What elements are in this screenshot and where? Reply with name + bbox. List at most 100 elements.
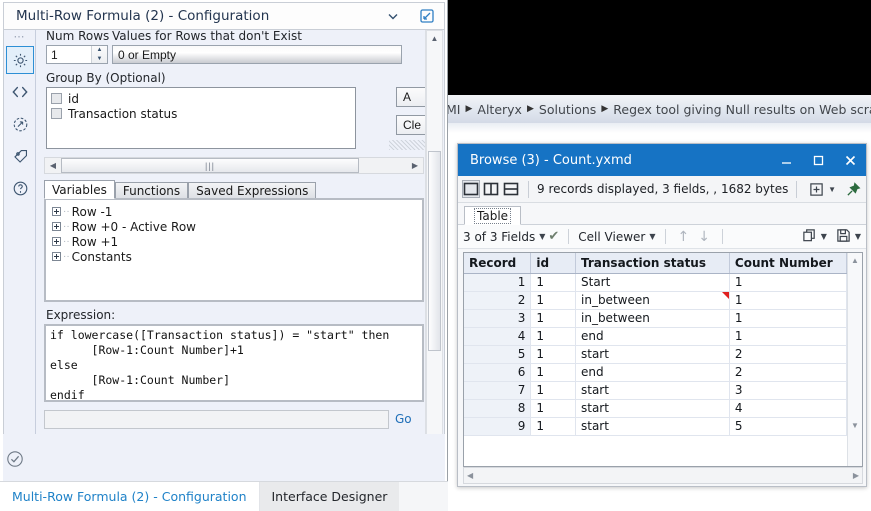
cell-record[interactable]: 4 — [464, 327, 532, 346]
scrollbar-thumb[interactable] — [428, 151, 441, 351]
cell-record[interactable]: 6 — [464, 363, 532, 382]
rail-overflow-dots[interactable]: ⋯ — [4, 30, 35, 44]
table-row[interactable]: 2 1 in_between 1 — [464, 291, 848, 310]
list-item[interactable]: ·· Row +1 — [52, 234, 422, 249]
cell-id[interactable]: 1 — [530, 345, 576, 364]
cell-id[interactable]: 1 — [530, 309, 576, 328]
scroll-left-icon[interactable]: ◀ — [45, 161, 61, 170]
copy-icon[interactable] — [802, 228, 817, 246]
go-button[interactable]: Go — [395, 412, 412, 426]
cell-record[interactable]: 5 — [464, 345, 532, 364]
resize-grip[interactable] — [389, 140, 425, 150]
cell-id[interactable]: 1 — [530, 273, 576, 292]
chevron-down-icon[interactable]: ▼ — [828, 185, 836, 194]
chevron-down-icon[interactable]: ▼ — [539, 232, 545, 241]
tab-functions[interactable]: Functions — [114, 182, 189, 199]
scrollbar-track[interactable]: ||| — [61, 158, 407, 173]
popout-arrow-icon[interactable] — [410, 3, 444, 29]
single-pane-icon[interactable] — [462, 180, 481, 198]
cell-count-number[interactable]: 5 — [729, 417, 848, 436]
values-for-missing-rows-select[interactable]: 0 or Empty — [112, 45, 402, 64]
num-rows-spin-buttons[interactable]: ▲ ▼ — [91, 46, 107, 63]
breadcrumb-item-2[interactable]: Solutions — [539, 102, 596, 117]
list-item[interactable]: ·· Row -1 — [52, 204, 422, 219]
tab-saved-expressions[interactable]: Saved Expressions — [188, 182, 317, 199]
breadcrumb-item-0[interactable]: MI — [446, 102, 460, 117]
cell-count-number[interactable]: 1 — [729, 327, 848, 346]
close-icon[interactable] — [834, 144, 866, 176]
outer-vertical-scrollbar[interactable]: ▲ — [426, 30, 443, 481]
help-icon[interactable] — [6, 174, 34, 202]
cell-transaction-status[interactable]: start — [575, 345, 730, 364]
cell-id[interactable]: 1 — [530, 399, 576, 418]
cell-transaction-status[interactable]: end — [575, 363, 730, 382]
pin-icon[interactable] — [844, 180, 862, 198]
tab-interface-designer[interactable]: Interface Designer — [259, 482, 400, 511]
cell-record[interactable]: 8 — [464, 399, 532, 418]
clear-button[interactable]: Cle — [396, 115, 425, 135]
scroll-left-icon[interactable]: ◀ — [467, 471, 473, 480]
two-column-icon[interactable] — [482, 180, 500, 198]
table-row[interactable]: 5 1 start 2 — [464, 345, 848, 364]
tab-multi-row-formula-configuration[interactable]: Multi-Row Formula (2) - Configuration — [0, 482, 260, 511]
cell-count-number[interactable]: 2 — [729, 363, 848, 382]
list-item[interactable]: ·· Constants — [52, 249, 422, 264]
arrow-down-icon[interactable]: ↓ — [695, 229, 713, 245]
scrollbar-thumb[interactable]: ||| — [61, 158, 359, 173]
minimize-icon[interactable] — [770, 144, 802, 176]
cell-transaction-status[interactable]: start — [575, 417, 730, 436]
arrow-circle-icon[interactable] — [6, 110, 34, 138]
checkbox-icon[interactable] — [51, 93, 62, 104]
checkbox-icon[interactable] — [51, 108, 62, 119]
check-icon[interactable]: ✔ — [548, 229, 559, 244]
table-row[interactable]: 9 1 start 5 — [464, 417, 848, 436]
cell-viewer-label[interactable]: Cell Viewer — [578, 230, 645, 244]
cell-transaction-status[interactable]: in_between — [575, 309, 730, 328]
expand-plus-icon[interactable] — [52, 222, 61, 231]
spin-up-icon[interactable]: ▲ — [92, 46, 107, 55]
arrow-up-icon[interactable]: ↑ — [675, 229, 693, 245]
num-rows-stepper[interactable]: 1 ▲ ▼ — [46, 45, 108, 64]
chevron-down-icon[interactable]: ▼ — [649, 232, 655, 241]
table-row[interactable]: 4 1 end 1 — [464, 327, 848, 346]
horizontal-scrollbar[interactable]: ◀ ||| ▶ — [44, 157, 424, 174]
list-item[interactable]: Transaction status — [51, 106, 355, 121]
two-row-icon[interactable] — [502, 180, 520, 198]
scroll-right-icon[interactable]: ▶ — [853, 471, 859, 480]
cell-transaction-status[interactable]: end — [575, 327, 730, 346]
cell-record[interactable]: 9 — [464, 417, 532, 436]
code-icon[interactable] — [6, 78, 34, 106]
cell-count-number[interactable]: 2 — [729, 345, 848, 364]
cell-id[interactable]: 1 — [530, 327, 576, 346]
cell-transaction-status[interactable]: Start — [575, 273, 730, 292]
cell-count-number[interactable]: 3 — [729, 381, 848, 400]
scroll-right-icon[interactable]: ▶ — [407, 161, 423, 170]
add-box-icon[interactable] — [807, 180, 825, 198]
scroll-up-icon[interactable]: ▲ — [848, 253, 862, 268]
chevron-down-icon[interactable]: ▼ — [821, 232, 827, 241]
spin-down-icon[interactable]: ▼ — [92, 55, 107, 64]
cell-count-number[interactable]: 1 — [729, 309, 848, 328]
save-icon[interactable] — [836, 228, 851, 246]
tab-variables[interactable]: Variables — [44, 180, 115, 199]
tag-icon[interactable] — [6, 142, 34, 170]
cell-transaction-status[interactable]: start — [575, 381, 730, 400]
cell-id[interactable]: 1 — [530, 363, 576, 382]
group-by-field-list[interactable]: id Transaction status — [46, 87, 356, 149]
expand-plus-icon[interactable] — [52, 237, 61, 246]
add-button[interactable]: A — [396, 87, 425, 107]
expand-plus-icon[interactable] — [52, 252, 61, 261]
cell-record[interactable]: 1 — [464, 273, 532, 292]
breadcrumb-item-3[interactable]: Regex tool giving Null results on Web sc… — [613, 102, 871, 117]
maximize-icon[interactable] — [802, 144, 834, 176]
column-header-count-number[interactable]: Count Number — [729, 253, 848, 274]
column-header-id[interactable]: id — [530, 253, 576, 274]
grid-vertical-scrollbar[interactable]: ▲ ▼ — [847, 253, 862, 466]
cell-record[interactable]: 3 — [464, 309, 532, 328]
scroll-down-icon[interactable]: ▼ — [848, 418, 862, 433]
chevron-down-icon[interactable] — [376, 3, 410, 29]
data-grid[interactable]: Record id Transaction status Count Numbe… — [463, 252, 863, 467]
cell-id[interactable]: 1 — [530, 291, 576, 310]
table-row[interactable]: 7 1 start 3 — [464, 381, 848, 400]
table-row[interactable]: 1 1 Start 1 — [464, 273, 848, 292]
